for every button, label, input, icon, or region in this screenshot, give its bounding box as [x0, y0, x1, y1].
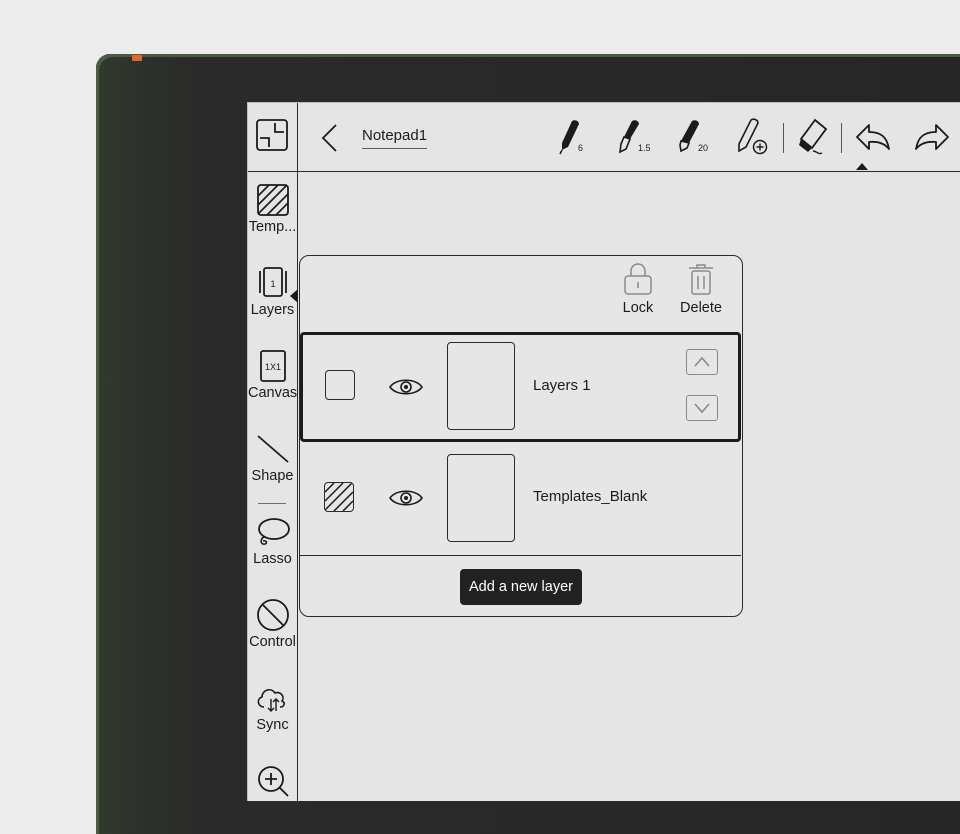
layer-name: Layers 1: [533, 377, 591, 394]
line-shape-icon: [256, 435, 289, 463]
sidebar-item-layers[interactable]: 1 Layers: [248, 266, 297, 346]
layers-badge: 1: [270, 279, 275, 289]
fountain-pen-tool-button[interactable]: 1.5: [616, 117, 654, 157]
layer-name: Templates_Blank: [533, 488, 648, 505]
sidebar-item-label: Control: [249, 634, 296, 650]
cloud-sync-icon: [257, 688, 285, 712]
sidebar: Temp... 1 Layers 1X1 Canvas Shape Lasso …: [248, 103, 298, 801]
sidebar-item-canvas[interactable]: 1X1 Canvas: [248, 349, 297, 429]
delete-layer-button[interactable]: Delete: [671, 262, 731, 316]
sidebar-item-sync[interactable]: Sync: [248, 681, 297, 761]
add-pen-button[interactable]: [734, 117, 772, 157]
sidebar-item-label: Layers: [250, 302, 295, 318]
layer-checkbox[interactable]: [325, 370, 355, 400]
sidebar-item-label: Shape: [251, 468, 294, 484]
chevron-left-icon: [321, 124, 337, 152]
eraser-icon: [799, 118, 828, 155]
add-pen-icon: [738, 118, 768, 155]
canvas-icon: 1X1: [259, 350, 286, 382]
eye-icon[interactable]: [388, 375, 424, 399]
collapse-button[interactable]: [248, 103, 297, 172]
layer-thumbnail: [447, 454, 515, 542]
control-circle-icon: [256, 599, 289, 631]
lock-icon: [624, 263, 652, 295]
toolbar-divider: [841, 123, 842, 153]
redo-icon: [915, 124, 949, 150]
trash-icon: [689, 264, 713, 295]
top-toolbar: Notepad1 6 1.5 20: [298, 103, 960, 172]
eink-screen: Temp... 1 Layers 1X1 Canvas Shape Lasso …: [247, 102, 960, 801]
sidebar-item-label: Canvas: [248, 385, 297, 401]
layer-template-checkbox[interactable]: [324, 482, 354, 512]
delete-label: Delete: [680, 300, 722, 316]
eraser-active-caret: [856, 163, 868, 170]
sidebar-item-lasso[interactable]: Lasso: [248, 515, 297, 595]
sidebar-item-shape[interactable]: Shape: [248, 432, 297, 512]
sidebar-item-label: Sync: [256, 717, 289, 733]
sidebar-item-zoom[interactable]: [248, 764, 297, 801]
zoom-in-icon: [257, 766, 289, 797]
pen-size-label: 6: [578, 143, 584, 153]
eraser-tool-button[interactable]: [793, 117, 831, 157]
sidebar-item-templates[interactable]: Temp...: [248, 183, 297, 263]
lock-label: Lock: [622, 300, 654, 316]
undo-button[interactable]: [853, 117, 891, 157]
eye-icon[interactable]: [388, 486, 424, 510]
template-hatched-icon: [325, 483, 353, 511]
chevron-down-icon: [694, 403, 710, 414]
marker-size-label: 20: [698, 143, 709, 153]
add-layer-button[interactable]: Add a new layer: [460, 569, 582, 605]
sidebar-item-control[interactable]: Control: [248, 598, 297, 678]
document-title[interactable]: Notepad1: [362, 127, 428, 149]
back-button[interactable]: [318, 123, 342, 158]
move-layer-up-button[interactable]: [686, 349, 718, 375]
template-hatched-icon: [256, 184, 289, 216]
collapse-icon: [256, 119, 288, 151]
layer-row[interactable]: Templates_Blank: [300, 442, 741, 556]
layer-thumbnail: [447, 342, 515, 430]
lasso-icon: [257, 518, 290, 545]
layers-panel: Lock Delete Layers 1 Templates_Blank Add…: [299, 255, 743, 617]
layers-icon: 1: [258, 267, 287, 297]
pen-tool-button[interactable]: 6: [556, 117, 594, 157]
status-led: [132, 55, 142, 61]
fountain-pen-size-label: 1.5: [638, 143, 651, 153]
sidebar-item-label: Temp...: [248, 219, 297, 235]
marker-tool-button[interactable]: 20: [676, 117, 714, 157]
lock-layer-button[interactable]: Lock: [608, 262, 668, 316]
layer-row-selected[interactable]: Layers 1: [300, 332, 741, 442]
toolbar-divider: [783, 123, 784, 153]
redo-button[interactable]: [912, 117, 950, 157]
active-pointer-icon: [290, 289, 298, 303]
sidebar-item-label: Lasso: [253, 551, 292, 567]
chevron-up-icon: [694, 356, 710, 367]
undo-icon: [856, 124, 890, 150]
move-layer-down-button[interactable]: [686, 395, 718, 421]
sidebar-divider: [258, 503, 286, 504]
canvas-badge: 1X1: [264, 362, 280, 372]
